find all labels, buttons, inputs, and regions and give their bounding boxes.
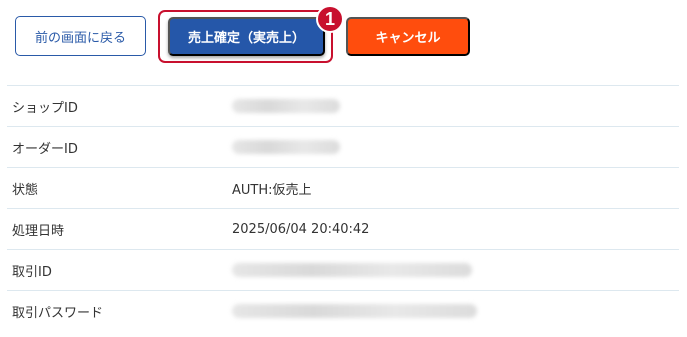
table-row-order-id: オーダーID (7, 126, 679, 167)
order-id-value-redacted (232, 140, 340, 154)
shop-id-label: ショップID (12, 100, 78, 116)
action-toolbar: 前の画面に戻る 売上確定（実売上） 1 キャンセル (0, 0, 687, 80)
transaction-password-label: 取引パスワード (12, 305, 104, 321)
shop-id-value-redacted (232, 99, 340, 113)
table-row-transaction-password: 取引パスワード (7, 290, 679, 331)
processed-at-value: 2025/06/04 20:40:42 (232, 221, 370, 237)
table-row-processed-at: 処理日時 2025/06/04 20:40:42 (7, 208, 679, 249)
cancel-button[interactable]: キャンセル (346, 17, 470, 56)
confirm-sale-button[interactable]: 売上確定（実売上） (168, 17, 325, 56)
page: 前の画面に戻る 売上確定（実売上） 1 キャンセル ショップID オーダーID … (0, 0, 687, 337)
transaction-id-value-redacted (232, 263, 472, 277)
order-id-label: オーダーID (12, 141, 78, 157)
status-label: 状態 (12, 182, 39, 198)
transaction-id-label: 取引ID (12, 264, 52, 280)
table-row-transaction-id: 取引ID (7, 249, 679, 290)
table-row-status: 状態 AUTH:仮売上 (7, 167, 679, 208)
table-row-shop-id: ショップID (7, 85, 679, 126)
transaction-details-table: ショップID オーダーID 状態 AUTH:仮売上 処理日時 2025/06/0… (7, 85, 679, 331)
status-value: AUTH:仮売上 (232, 182, 312, 198)
transaction-password-value-redacted (232, 304, 477, 318)
back-button[interactable]: 前の画面に戻る (15, 16, 146, 56)
step-badge: 1 (316, 5, 344, 33)
processed-at-label: 処理日時 (12, 223, 65, 239)
